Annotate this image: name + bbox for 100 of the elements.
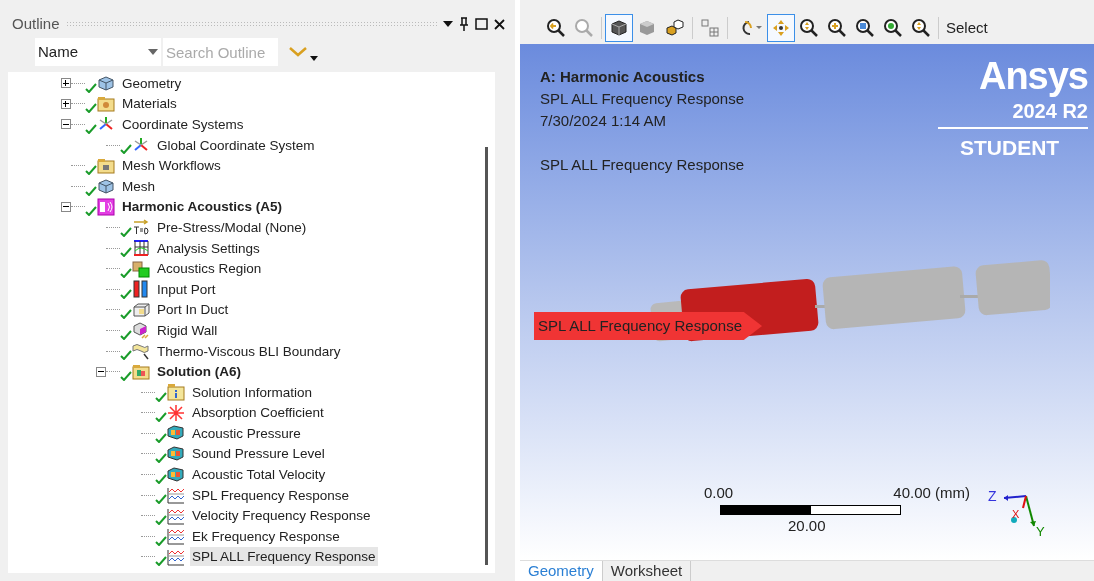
- tree-item[interactable]: Velocity Frequency Response: [190, 506, 373, 526]
- check-icon: [155, 494, 167, 505]
- line-chart-icon: [167, 506, 185, 525]
- cubes-icon: [132, 259, 150, 278]
- folder-icon: [97, 94, 115, 113]
- tree-item[interactable]: Pre-Stress/Modal (None): [155, 217, 309, 237]
- scale-start: 0.00: [704, 483, 734, 503]
- expander-toggle[interactable]: [60, 98, 71, 109]
- tree-item[interactable]: Coordinate Systems: [120, 115, 246, 134]
- check-icon: [85, 185, 97, 196]
- view-tab[interactable]: Geometry: [520, 561, 603, 581]
- check-icon: [155, 432, 167, 443]
- tree-item[interactable]: Absorption Coefficient: [190, 403, 326, 423]
- check-icon: [155, 515, 167, 526]
- contour-cube-icon: [167, 445, 185, 463]
- check-icon: [120, 144, 132, 155]
- line-chart-icon: [167, 486, 185, 505]
- check-icon: [85, 103, 97, 114]
- tree-item[interactable]: Input Port: [155, 279, 218, 299]
- viewport-caption: SPL ALL Frequency Response: [540, 155, 745, 175]
- panel-title: Outline: [12, 13, 60, 34]
- time-zero-icon: [132, 218, 150, 237]
- column-dropdown[interactable]: Name: [35, 38, 161, 66]
- tree-item[interactable]: Thermo-Viscous BLI Boundary: [155, 341, 343, 361]
- check-icon: [120, 309, 132, 320]
- contour-cube-icon: [167, 424, 185, 443]
- burst-icon: [167, 403, 185, 422]
- frame-icon: [132, 239, 150, 258]
- tree-item[interactable]: Rigid Wall: [155, 320, 220, 340]
- result-label: SPL ALL Frequency Response: [534, 312, 763, 340]
- tree-item[interactable]: Solution (A6): [155, 362, 243, 382]
- check-icon: [155, 535, 167, 546]
- info-icon: [167, 383, 185, 402]
- check-icon: [85, 82, 97, 93]
- check-icon: [120, 288, 132, 299]
- cube-icon[interactable]: [605, 14, 633, 42]
- tree-item[interactable]: Analysis Settings: [155, 238, 262, 258]
- line-chart-icon: [167, 527, 185, 546]
- cube-icon: [97, 74, 115, 93]
- tree-item[interactable]: Global Coordinate System: [155, 135, 317, 155]
- cube-icon: [132, 321, 150, 340]
- check-icon: [85, 164, 97, 175]
- surface-icon: [132, 342, 150, 360]
- pin-icon[interactable]: [459, 17, 469, 31]
- check-icon: [155, 453, 167, 464]
- view-tab[interactable]: Worksheet: [602, 561, 692, 581]
- check-icon: [155, 473, 167, 484]
- cube-icon: [97, 177, 115, 196]
- folder-icon: [132, 362, 150, 381]
- tree-item[interactable]: Sound Pressure Level: [190, 444, 327, 464]
- axis-label: Y: [1036, 523, 1045, 541]
- scrollbar-thumb[interactable]: [485, 147, 488, 565]
- dropdown-icon[interactable]: [443, 21, 453, 27]
- axis-label: X: [1012, 507, 1020, 522]
- tree-item[interactable]: Geometry: [120, 73, 184, 93]
- tree-item[interactable]: SPL ALL Frequency Response: [190, 547, 378, 567]
- viewport-title: A: Harmonic Acoustics: [540, 67, 706, 87]
- viewport-info: 7/30/2024 1:14 AM: [540, 111, 667, 131]
- maximize-icon[interactable]: [475, 18, 488, 30]
- tree-item[interactable]: Acoustic Total Velocity: [190, 465, 328, 485]
- check-icon: [85, 206, 97, 217]
- expander-toggle[interactable]: [60, 78, 71, 89]
- speaker-icon: [97, 197, 115, 216]
- viewport-info: SPL ALL Frequency Response: [540, 89, 745, 109]
- contour-cube-icon: [167, 465, 185, 484]
- tree-item[interactable]: Mesh Workflows: [120, 156, 223, 176]
- tree-item[interactable]: Ek Frequency Response: [190, 526, 342, 546]
- logo-version: 2024 R2: [1012, 99, 1088, 124]
- search-field[interactable]: Search Outline: [163, 38, 278, 66]
- check-icon: [120, 226, 132, 237]
- check-icon: [85, 123, 97, 134]
- tree-item[interactable]: Harmonic Acoustics (A5): [120, 197, 285, 217]
- scale-end: 40.00 (mm): [893, 483, 970, 503]
- bars-icon: [132, 280, 150, 299]
- expander-toggle[interactable]: [60, 201, 71, 212]
- logo-wordmark: Ansys: [978, 54, 1088, 98]
- check-icon: [120, 370, 132, 381]
- axis-label: Z: [988, 487, 997, 506]
- tree-item[interactable]: Port In Duct: [155, 300, 231, 320]
- tree-item[interactable]: Solution Information: [190, 382, 315, 402]
- expander-toggle[interactable]: [95, 366, 106, 377]
- tree-item[interactable]: SPL Frequency Response: [190, 485, 352, 505]
- caret-icon[interactable]: [310, 55, 318, 61]
- tree-item[interactable]: Mesh: [120, 176, 157, 196]
- check-icon: [120, 329, 132, 340]
- check-icon: [120, 350, 132, 361]
- logo-edition: STUDENT: [960, 135, 1060, 161]
- expander-toggle[interactable]: [60, 119, 71, 130]
- caret-icon: [148, 49, 158, 55]
- close-icon[interactable]: [494, 18, 505, 30]
- check-icon: [120, 247, 132, 258]
- scale-middle: 20.00: [788, 515, 827, 536]
- check-icon: [155, 412, 167, 423]
- check-icon: [155, 556, 167, 567]
- tree-item[interactable]: Acoustic Pressure: [190, 423, 303, 443]
- folder-icon: [97, 156, 115, 175]
- select-mode-label[interactable]: Select: [946, 16, 988, 40]
- tree-item[interactable]: Acoustics Region: [155, 259, 264, 279]
- line-chart-icon: [167, 547, 185, 566]
- tree-item[interactable]: Materials: [120, 94, 179, 114]
